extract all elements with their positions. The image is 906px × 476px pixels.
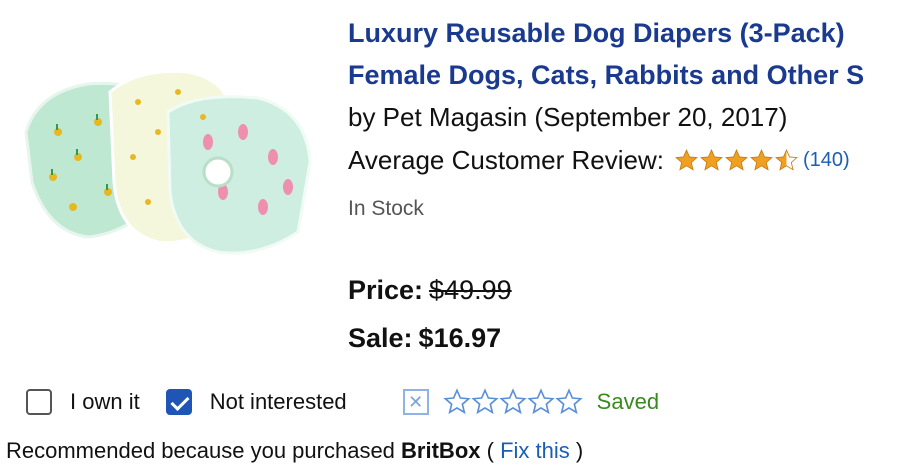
sale-label: Sale: — [348, 323, 413, 353]
review-count-link[interactable]: (140) — [803, 138, 850, 182]
own-it-checkbox[interactable] — [26, 389, 52, 415]
empty-star-icon[interactable] — [471, 388, 499, 416]
original-price: $49.99 — [429, 275, 512, 305]
product-image[interactable] — [18, 62, 318, 262]
product-byline: by Pet Magasin (September 20, 2017) — [348, 102, 788, 132]
product-info: Luxury Reusable Dog Diapers (3-Pack) Fem… — [348, 12, 906, 362]
saved-status: Saved — [596, 389, 660, 414]
empty-star-icon[interactable] — [527, 388, 555, 416]
sale-row: Sale: $16.97 — [348, 314, 906, 362]
price-label: Price: — [348, 275, 424, 305]
star-half-icon — [775, 148, 798, 171]
star-icon — [675, 148, 698, 171]
empty-star-icon[interactable] — [555, 388, 583, 416]
price-row: Price: $49.99 — [348, 266, 906, 314]
own-it-label[interactable]: I own it — [70, 389, 140, 415]
review-label: Average Customer Review: — [348, 145, 664, 175]
star-icon — [725, 148, 748, 171]
star-icon — [750, 148, 773, 171]
not-interested-label[interactable]: Not interested — [210, 389, 347, 415]
empty-star-icon[interactable] — [499, 388, 527, 416]
purchased-item: BritBox — [401, 438, 481, 463]
sale-price: $16.97 — [418, 323, 502, 353]
empty-star-icon[interactable] — [443, 388, 471, 416]
recommendation-reason: Recommended because you purchased BritBo… — [6, 438, 583, 464]
rating-stars[interactable] — [674, 148, 799, 173]
item-controls: I own it Not interested ✕ Saved — [26, 388, 659, 416]
recommend-prefix: Recommended because you purchased — [6, 438, 395, 463]
not-interested-checkbox[interactable] — [165, 389, 192, 415]
your-rating-stars[interactable] — [443, 388, 583, 416]
open-paren: ( — [486, 438, 494, 463]
product-title-line1[interactable]: Luxury Reusable Dog Diapers (3-Pack) — [348, 12, 906, 54]
review-row: Average Customer Review: (140) — [348, 138, 906, 182]
stock-status: In Stock — [348, 197, 424, 220]
close-paren: ) — [575, 438, 584, 463]
product-title-line2[interactable]: Female Dogs, Cats, Rabbits and Other S — [348, 54, 906, 96]
x-box-icon[interactable]: ✕ — [402, 389, 429, 415]
fix-this-link[interactable]: Fix this — [500, 438, 570, 463]
star-icon — [700, 148, 723, 171]
